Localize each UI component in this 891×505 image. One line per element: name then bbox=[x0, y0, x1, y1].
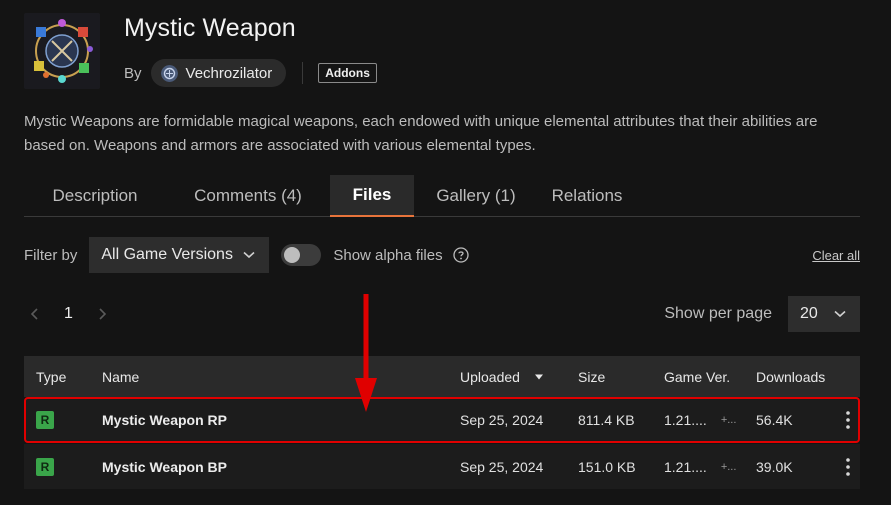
table-row[interactable]: R Mystic Weapon RP Sep 25, 2024 811.4 KB… bbox=[24, 397, 860, 443]
table-header: Type Name Uploaded Size Game Ver. Downlo… bbox=[24, 356, 860, 397]
tab-relations[interactable]: Relations bbox=[538, 175, 636, 217]
project-header: Mystic Weapon By Vechrozilator Addons bbox=[24, 13, 377, 89]
sort-desc-icon bbox=[534, 374, 543, 379]
clear-all-link[interactable]: Clear all bbox=[812, 248, 860, 263]
game-ver-more[interactable]: +... bbox=[721, 414, 737, 426]
release-type-badge: R bbox=[36, 411, 54, 429]
file-downloads: 39.0K bbox=[756, 458, 793, 475]
author-avatar-icon bbox=[160, 64, 178, 82]
tab-gallery[interactable]: Gallery (1) bbox=[414, 175, 538, 217]
question-circle-icon[interactable] bbox=[452, 247, 469, 263]
header-name[interactable]: Name bbox=[102, 369, 460, 385]
game-ver-more[interactable]: +... bbox=[721, 461, 737, 473]
chevron-left-icon[interactable] bbox=[28, 307, 42, 321]
files-table: Type Name Uploaded Size Game Ver. Downlo… bbox=[24, 356, 860, 489]
filter-by-label: Filter by bbox=[24, 246, 78, 264]
header-type: Type bbox=[36, 368, 67, 385]
chevron-down-icon bbox=[834, 310, 846, 318]
pagination-bar: 1 Show per page 20 bbox=[24, 296, 860, 332]
per-page-select[interactable]: 20 bbox=[788, 296, 860, 332]
author-name: Vechrozilator bbox=[185, 64, 273, 82]
file-size: 811.4 KB bbox=[578, 412, 635, 428]
tab-files[interactable]: Files bbox=[330, 175, 414, 217]
author-link[interactable]: Vechrozilator bbox=[150, 59, 287, 87]
file-game-ver: 1.21.... +... bbox=[664, 459, 756, 475]
header-uploaded[interactable]: Uploaded bbox=[460, 369, 578, 385]
kebab-menu-icon[interactable] bbox=[846, 411, 850, 429]
header-size[interactable]: Size bbox=[578, 369, 664, 385]
file-downloads: 56.4K bbox=[756, 412, 793, 428]
show-alpha-toggle[interactable] bbox=[281, 244, 322, 266]
by-label: By bbox=[124, 64, 142, 82]
file-size: 151.0 KB bbox=[578, 458, 636, 475]
file-uploaded: Sep 25, 2024 bbox=[460, 412, 544, 428]
file-uploaded: Sep 25, 2024 bbox=[460, 458, 544, 475]
header-downloads[interactable]: Downloads bbox=[756, 369, 836, 385]
header-uploaded-label: Uploaded bbox=[460, 368, 520, 385]
per-page-value: 20 bbox=[800, 305, 818, 322]
project-description: Mystic Weapons are formidable magical we… bbox=[24, 113, 818, 154]
chevron-right-icon[interactable] bbox=[95, 307, 109, 321]
table-row[interactable]: R Mystic Weapon BP Sep 25, 2024 151.0 KB… bbox=[24, 443, 860, 489]
release-type-badge: R bbox=[36, 457, 54, 476]
toggle-knob bbox=[284, 247, 301, 263]
tab-description[interactable]: Description bbox=[24, 175, 166, 217]
game-ver-value: 1.21.... bbox=[664, 412, 707, 428]
game-version-value: All Game Versions bbox=[101, 246, 233, 263]
game-ver-value: 1.21.... bbox=[664, 458, 707, 475]
tab-bar: Description Comments (4) Files Gallery (… bbox=[24, 175, 860, 217]
tab-comments[interactable]: Comments (4) bbox=[166, 175, 330, 217]
file-name[interactable]: Mystic Weapon RP bbox=[102, 412, 460, 428]
game-version-select[interactable]: All Game Versions bbox=[89, 237, 270, 273]
divider bbox=[302, 62, 304, 84]
project-title: Mystic Weapon bbox=[124, 14, 296, 42]
current-page[interactable]: 1 bbox=[64, 305, 73, 323]
red-arrow-annotation bbox=[355, 294, 377, 412]
header-game-ver[interactable]: Game Ver. bbox=[664, 369, 756, 385]
show-alpha-label: Show alpha files bbox=[333, 246, 443, 264]
file-name[interactable]: Mystic Weapon BP bbox=[102, 459, 460, 475]
category-tag[interactable]: Addons bbox=[318, 63, 377, 83]
project-thumbnail[interactable] bbox=[24, 13, 100, 89]
kebab-menu-icon[interactable] bbox=[846, 457, 850, 476]
filter-bar: Filter by All Game Versions Show alpha f… bbox=[24, 237, 860, 273]
per-page-label: Show per page bbox=[664, 305, 772, 322]
chevron-down-icon bbox=[243, 251, 255, 259]
file-game-ver: 1.21.... +... bbox=[664, 412, 756, 428]
